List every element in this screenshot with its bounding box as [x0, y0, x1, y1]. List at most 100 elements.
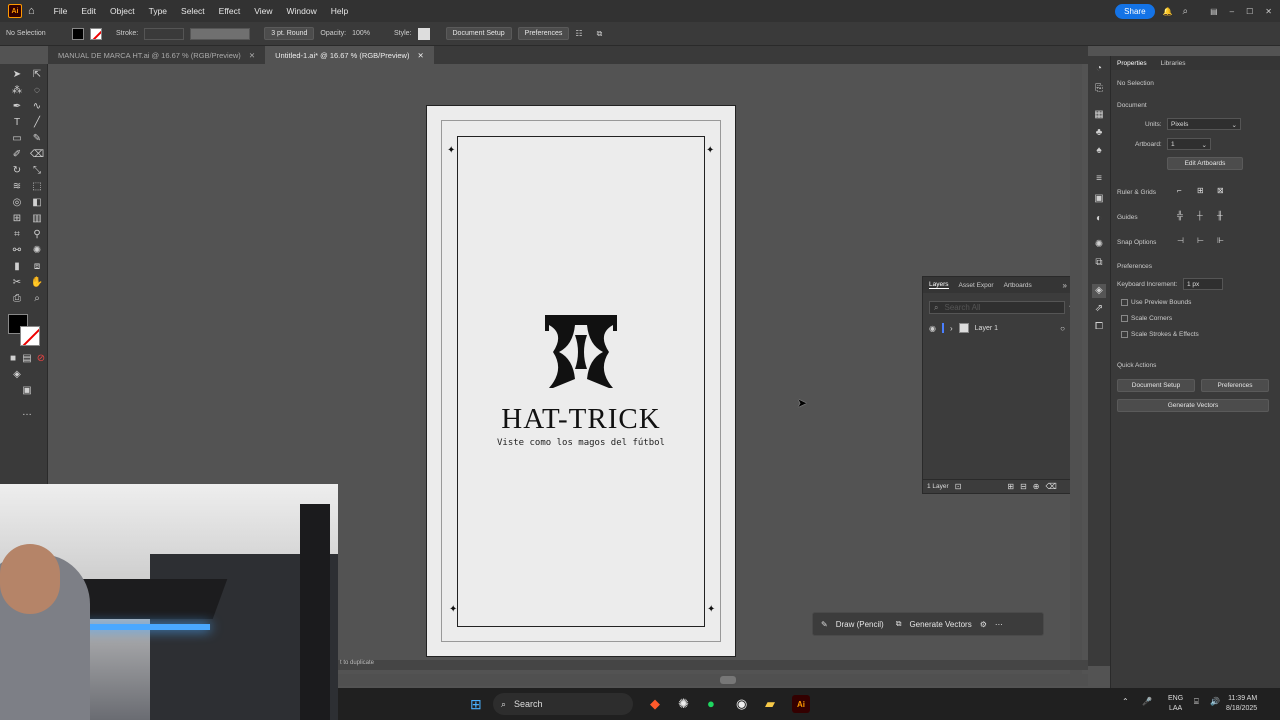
- perspective-grid-icon[interactable]: ⊞: [10, 212, 24, 226]
- live-paint-icon[interactable]: ◧: [30, 196, 44, 210]
- menu-view[interactable]: View: [247, 6, 279, 16]
- preferences-button[interactable]: Preferences: [1201, 379, 1269, 392]
- stroke-panel-icon[interactable]: ≡: [1092, 172, 1106, 186]
- lock-guides-icon[interactable]: ┼: [1197, 211, 1203, 220]
- scale-strokes-checkbox[interactable]: Scale Strokes & Effects: [1121, 331, 1199, 338]
- target-circle-icon[interactable]: ○: [1060, 324, 1065, 333]
- menu-window[interactable]: Window: [280, 6, 324, 16]
- layers-icon[interactable]: ◈: [1092, 284, 1106, 298]
- generate-vectors-button[interactable]: Generate Vectors: [909, 620, 971, 629]
- tab-close-icon[interactable]: ✕: [417, 51, 423, 60]
- snap-pixel-icon[interactable]: ⊢: [1197, 236, 1204, 245]
- layer-row[interactable]: ◉ › Layer 1 ○: [923, 322, 1081, 334]
- bell-icon[interactable]: 🔔: [1163, 7, 1173, 16]
- artboard-dropdown[interactable]: 1 ⌄: [1167, 138, 1211, 150]
- menu-effect[interactable]: Effect: [212, 6, 248, 16]
- export-icon[interactable]: ⊡: [955, 482, 962, 491]
- eraser-icon[interactable]: ⌫: [30, 148, 44, 162]
- menu-object[interactable]: Object: [103, 6, 142, 16]
- learn-icon[interactable]: ⎘: [1092, 82, 1106, 96]
- type-tool-icon[interactable]: T: [10, 116, 24, 130]
- menu-help[interactable]: Help: [324, 6, 355, 16]
- tab-properties[interactable]: Properties: [1117, 60, 1147, 67]
- style-swatch[interactable]: [417, 27, 430, 40]
- screen-mode-icon[interactable]: ▣: [20, 384, 34, 398]
- symbol-sprayer-icon[interactable]: ✺: [30, 244, 44, 258]
- delete-icon[interactable]: ⌫: [1046, 482, 1057, 491]
- more-tools-icon[interactable]: …: [20, 406, 34, 420]
- generate-vectors-button[interactable]: Generate Vectors: [1117, 399, 1269, 412]
- ruler-icon[interactable]: ⌐: [1177, 186, 1182, 195]
- menu-type[interactable]: Type: [142, 6, 174, 16]
- show-guides-icon[interactable]: ╬: [1177, 211, 1183, 220]
- windows-start-icon[interactable]: ⊞: [470, 696, 482, 713]
- properties-icon[interactable]: ◔: [1092, 62, 1106, 76]
- asset-export-icon[interactable]: ⇗: [1092, 302, 1106, 316]
- line-tool-icon[interactable]: ╱: [30, 116, 44, 130]
- clip-icon[interactable]: ⊟: [1020, 482, 1027, 491]
- appearance-icon[interactable]: ✺: [1092, 238, 1106, 252]
- file-explorer-icon[interactable]: ▰: [765, 696, 775, 712]
- brave-icon[interactable]: ◆: [650, 696, 660, 712]
- layers-search-input[interactable]: ⌕ Search All: [929, 301, 1065, 314]
- minimize-icon[interactable]: –: [1230, 7, 1234, 16]
- network-icon[interactable]: ⌸: [1194, 697, 1199, 707]
- libraries-icon[interactable]: ▦: [1092, 108, 1106, 122]
- menu-edit[interactable]: Edit: [74, 6, 103, 16]
- magic-wand-icon[interactable]: ⁂: [10, 84, 24, 98]
- tab-artboards[interactable]: Artboards: [1004, 282, 1032, 289]
- mesh-tool-icon[interactable]: ⌗: [10, 228, 24, 242]
- shape-builder-icon[interactable]: ◎: [10, 196, 24, 210]
- smart-guides-icon[interactable]: ╫: [1217, 211, 1223, 220]
- artboard-tool-icon[interactable]: ⧈: [30, 260, 44, 274]
- brushes-icon[interactable]: ♣: [1092, 126, 1106, 140]
- tab-asset-export[interactable]: Asset Expor: [959, 282, 994, 289]
- close-icon[interactable]: ✕: [1265, 7, 1272, 16]
- taskbar-search[interactable]: ⌕ Search: [493, 693, 633, 715]
- graphic-styles-icon[interactable]: ⧉: [1092, 256, 1106, 270]
- transparency-icon[interactable]: ◐: [1092, 212, 1106, 226]
- microphone-icon[interactable]: 🎤: [1142, 697, 1152, 706]
- tab-libraries[interactable]: Libraries: [1161, 60, 1186, 67]
- edit-artboards-button[interactable]: Edit Artboards: [1167, 157, 1243, 170]
- visibility-eye-icon[interactable]: ◉: [929, 324, 936, 333]
- brush-dropdown[interactable]: 3 pt. Round: [264, 27, 315, 40]
- selection-tool-icon[interactable]: ➤: [10, 68, 24, 82]
- document-setup-button[interactable]: Document Setup: [445, 27, 512, 40]
- free-transform-icon[interactable]: ⬚: [30, 180, 44, 194]
- slice-tool-icon[interactable]: ✂: [10, 276, 24, 290]
- clock[interactable]: 11:39 AM 8/18/2025: [1226, 694, 1257, 714]
- search-icon[interactable]: ⌕: [1183, 6, 1189, 17]
- symbols-icon[interactable]: ♠: [1092, 144, 1106, 158]
- shaper-tool-icon[interactable]: ✐: [10, 148, 24, 162]
- pen-tool-icon[interactable]: ✒: [10, 100, 24, 114]
- warp-tool-icon[interactable]: ≋: [10, 180, 24, 194]
- direct-selection-tool-icon[interactable]: ⇱: [30, 68, 44, 82]
- language-indicator[interactable]: ENG LAA: [1168, 694, 1183, 714]
- snap-glyph-icon[interactable]: ⊩: [1217, 236, 1224, 245]
- locate-icon[interactable]: ⊞: [1007, 482, 1014, 491]
- layer-name[interactable]: Layer 1: [975, 325, 998, 332]
- panel-collapse-icon[interactable]: »: [1063, 281, 1067, 290]
- use-preview-bounds-checkbox[interactable]: Use Preview Bounds: [1121, 299, 1191, 306]
- tab-manual-de-marca[interactable]: MANUAL DE MARCA HT.ai @ 16.67 % (RGB/Pre…: [48, 46, 265, 64]
- github-icon[interactable]: ◉: [736, 696, 747, 712]
- menu-file[interactable]: File: [47, 6, 75, 16]
- chatgpt-icon[interactable]: ✺: [678, 696, 689, 712]
- curvature-icon[interactable]: ∿: [30, 100, 44, 114]
- arrange-icon[interactable]: ▤: [1210, 7, 1218, 16]
- settings-icon[interactable]: ⚙: [980, 620, 987, 629]
- grid-icon[interactable]: ⊞: [1197, 186, 1204, 195]
- snap-point-icon[interactable]: ⊣: [1177, 236, 1184, 245]
- opacity-value[interactable]: 100%: [352, 30, 370, 37]
- illustrator-taskbar-icon[interactable]: Ai: [792, 695, 810, 713]
- hand-tool-icon[interactable]: ✋: [30, 276, 44, 290]
- transform-icon[interactable]: ⧉: [597, 29, 603, 39]
- menu-select[interactable]: Select: [174, 6, 212, 16]
- share-button[interactable]: Share: [1115, 3, 1155, 19]
- graph-tool-icon[interactable]: ▮: [10, 260, 24, 274]
- scale-corners-checkbox[interactable]: Scale Corners: [1121, 315, 1172, 322]
- color-mode-icon[interactable]: ■: [6, 352, 20, 366]
- draw-pencil-button[interactable]: Draw (Pencil): [836, 620, 884, 629]
- stroke-swatch[interactable]: [90, 27, 102, 40]
